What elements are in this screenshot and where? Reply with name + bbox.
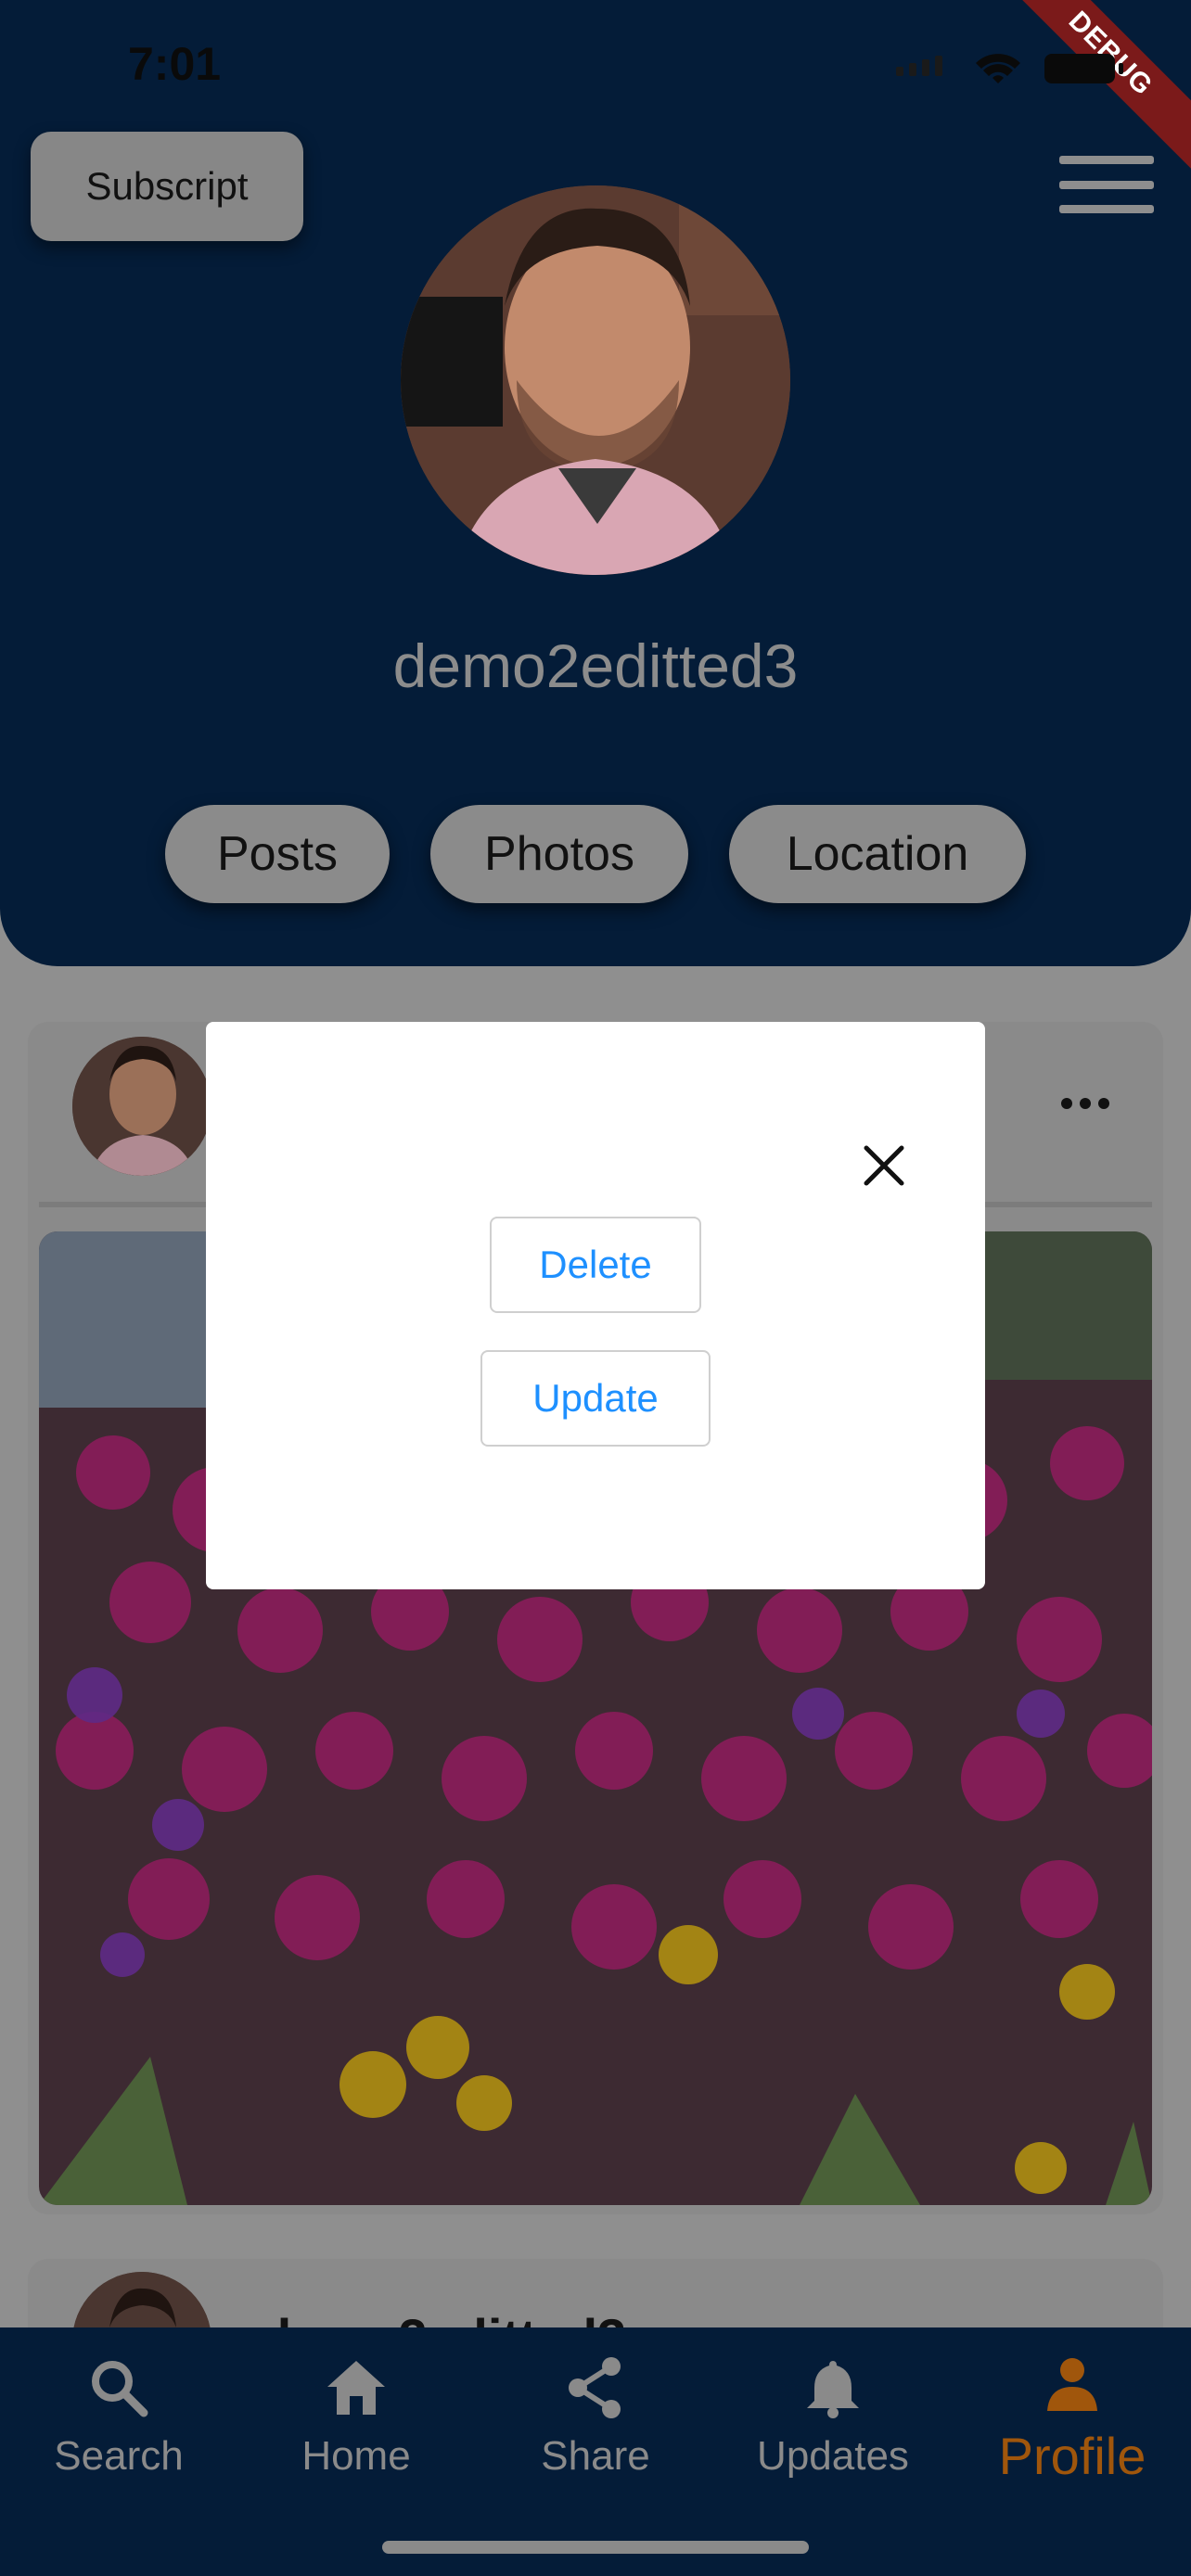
person-icon — [1047, 2358, 1097, 2411]
profile-username: demo2editted3 — [392, 631, 799, 700]
close-icon[interactable] — [861, 1142, 907, 1189]
nav-share-label: Share — [541, 2433, 650, 2479]
post-author-avatar-image — [72, 1037, 211, 1176]
tab-photos[interactable]: Photos — [430, 805, 688, 903]
post-author-avatar[interactable] — [72, 1037, 211, 1176]
nav-updates[interactable]: Updates — [714, 2355, 952, 2480]
status-icons — [896, 54, 1123, 83]
profile-avatar[interactable] — [401, 185, 790, 575]
nav-search[interactable]: Search — [0, 2355, 237, 2480]
nav-share[interactable]: Share — [477, 2355, 714, 2480]
home-icon — [327, 2361, 385, 2415]
status-time: 7:01 — [128, 38, 222, 90]
delete-button[interactable]: Delete — [490, 1217, 701, 1313]
search-icon — [92, 2361, 148, 2417]
home-indicator — [382, 2541, 809, 2554]
update-button[interactable]: Update — [480, 1350, 711, 1447]
nav-home-label: Home — [301, 2433, 411, 2479]
subscript-button[interactable]: Subscript — [31, 132, 303, 241]
debug-banner: DEBUG — [984, 0, 1191, 180]
nav-search-label: Search — [54, 2433, 184, 2479]
share-icon — [569, 2357, 621, 2418]
more-horizontal-icon[interactable] — [1057, 1094, 1113, 1113]
tab-location[interactable]: Location — [729, 805, 1026, 903]
nav-profile[interactable]: Profile — [954, 2355, 1191, 2486]
nav-profile-label: Profile — [998, 2427, 1146, 2485]
tab-posts[interactable]: Posts — [165, 805, 390, 903]
bell-icon — [807, 2361, 859, 2418]
nav-home[interactable]: Home — [237, 2355, 475, 2480]
profile-avatar-image — [401, 185, 790, 575]
hamburger-menu-icon[interactable] — [1059, 156, 1154, 213]
nav-updates-label: Updates — [757, 2433, 909, 2479]
